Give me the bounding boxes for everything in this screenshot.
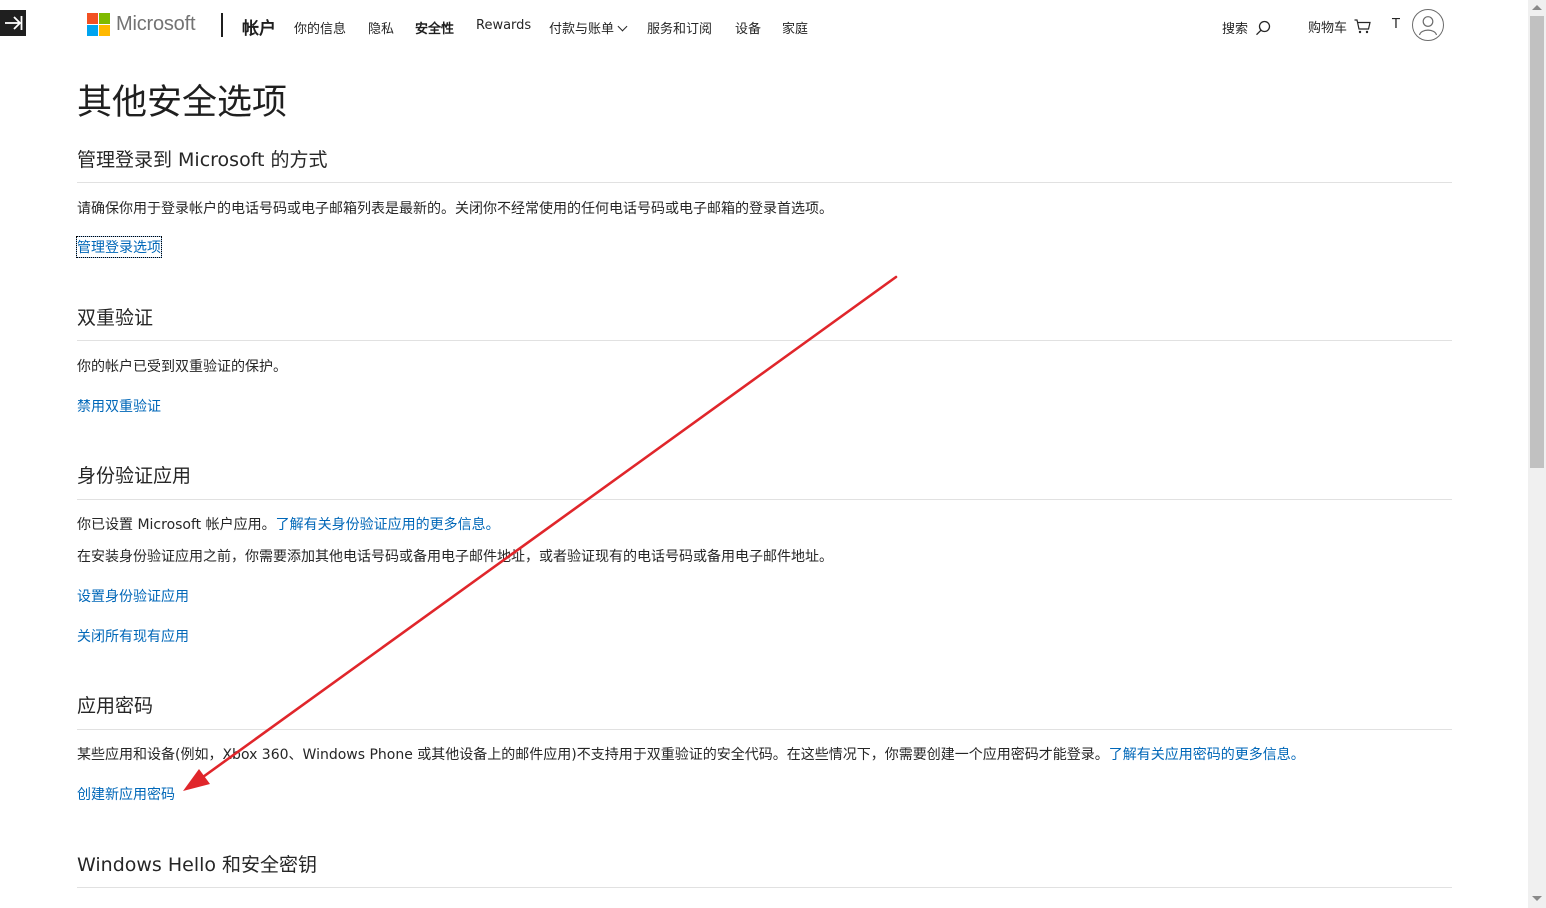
logo-text: Microsoft [116,13,196,35]
scroll-down-icon[interactable] [1532,896,1542,901]
learn-more-authapp-link[interactable]: 了解有关身份验证应用的更多信息。 [276,517,500,533]
logo-square [87,13,98,24]
annotation-arrow [183,275,898,791]
manage-signin-options-link[interactable]: 管理登录选项 [76,236,162,258]
section-title-twostep: 双重验证 [77,307,154,329]
logo-square [87,25,98,36]
search-button[interactable]: 搜索 [1222,18,1271,37]
nav-privacy[interactable]: 隐私 [368,18,394,37]
section-title-windows-hello: Windows Hello 和安全密钥 [77,854,318,876]
turn-off-all-apps-link[interactable]: 关闭所有现有应用 [77,626,189,646]
nav-security[interactable]: 安全性 [415,18,454,37]
account-brand[interactable]: 帐户 [242,14,276,39]
section-title-app-passwords: 应用密码 [77,695,154,717]
avatar-icon [1418,16,1438,36]
page-title: 其他安全选项 [77,83,288,123]
nav-rewards[interactable]: Rewards [476,18,531,33]
section-divider [77,499,1452,500]
section-title-signin: 管理登录到 Microsoft 的方式 [77,149,328,171]
app-passwords-description-text: 某些应用和设备(例如，Xbox 360、Windows Phone 或其他设备上… [77,747,1109,763]
nav-payment-billing-label: 付款与账单 [549,22,615,37]
authapp-description: 你已设置 Microsoft 帐户应用。了解有关身份验证应用的更多信息。 [77,514,500,534]
signin-description: 请确保你用于登录帐户的电话号码或电子邮箱列表是最新的。关闭你不经常使用的任何电话… [77,201,833,217]
setup-authapp-link[interactable]: 设置身份验证应用 [77,586,189,606]
search-label: 搜索 [1222,22,1249,37]
learn-more-app-passwords-link[interactable]: 了解有关应用密码的更多信息。 [1109,747,1305,763]
section-divider [77,182,1452,183]
scroll-up-icon[interactable] [1532,5,1542,10]
create-app-password-link[interactable]: 创建新应用密码 [77,784,175,804]
chevron-down-icon [617,21,628,32]
section-title-authapp: 身份验证应用 [77,465,192,487]
vertical-scrollbar[interactable] [1528,0,1546,908]
nav-payment-billing[interactable]: 付款与账单 [549,18,628,37]
nav-family[interactable]: 家庭 [782,18,808,37]
cart-icon [1354,19,1371,34]
logo-square [99,13,110,24]
microsoft-logo[interactable]: Microsoft [87,13,196,36]
user-initial: T [1392,17,1400,32]
nav-your-info[interactable]: 你的信息 [294,18,346,37]
authapp-description-text: 你已设置 Microsoft 帐户应用。 [77,517,276,533]
header-divider [221,13,223,37]
section-divider [77,887,1452,888]
cart-button[interactable]: 购物车 [1308,17,1371,36]
nav-services-subscriptions[interactable]: 服务和订阅 [647,18,712,37]
authapp-prereq-description: 在安装身份验证应用之前，你需要添加其他电话号码或备用电子邮件地址，或者验证现有的… [77,549,833,565]
section-divider [77,729,1452,730]
scrollbar-thumb[interactable] [1530,16,1544,468]
microsoft-logo-icon [87,13,110,36]
logo-square [99,25,110,36]
app-passwords-description: 某些应用和设备(例如，Xbox 360、Windows Phone 或其他设备上… [77,744,1305,764]
cart-label: 购物车 [1308,21,1348,36]
twostep-description: 你的帐户已受到双重验证的保护。 [77,359,287,375]
search-icon [1256,20,1271,36]
disable-twostep-link[interactable]: 禁用双重验证 [77,396,161,416]
section-divider [77,340,1452,341]
nav-devices[interactable]: 设备 [735,18,761,37]
account-avatar-button[interactable] [1412,9,1444,41]
site-header: Microsoft 帐户 你的信息 隐私 安全性 Rewards 付款与账单 服… [0,0,1528,52]
